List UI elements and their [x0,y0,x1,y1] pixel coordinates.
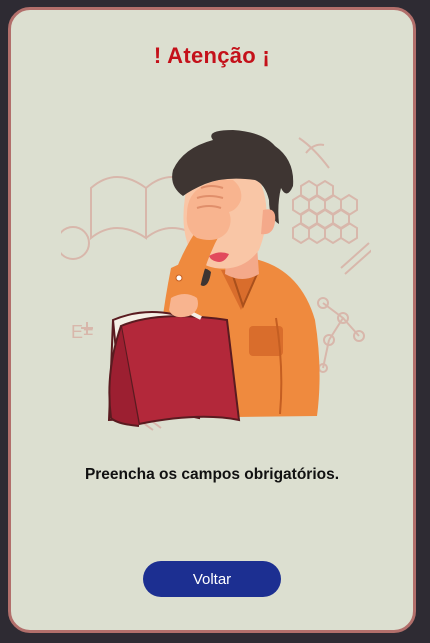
alert-dialog: ! Atenção ¡ E= Preencha os campos obriga… [8,7,416,633]
validation-message: Preencha os campos obrigatórios. [84,466,340,483]
back-button[interactable]: Voltar [143,561,281,597]
facepalm-illustration: E= [61,130,371,431]
book-icon [107,306,241,427]
dialog-title: ! Atenção ¡ [153,43,271,68]
svg-text:E=: E= [71,322,94,342]
